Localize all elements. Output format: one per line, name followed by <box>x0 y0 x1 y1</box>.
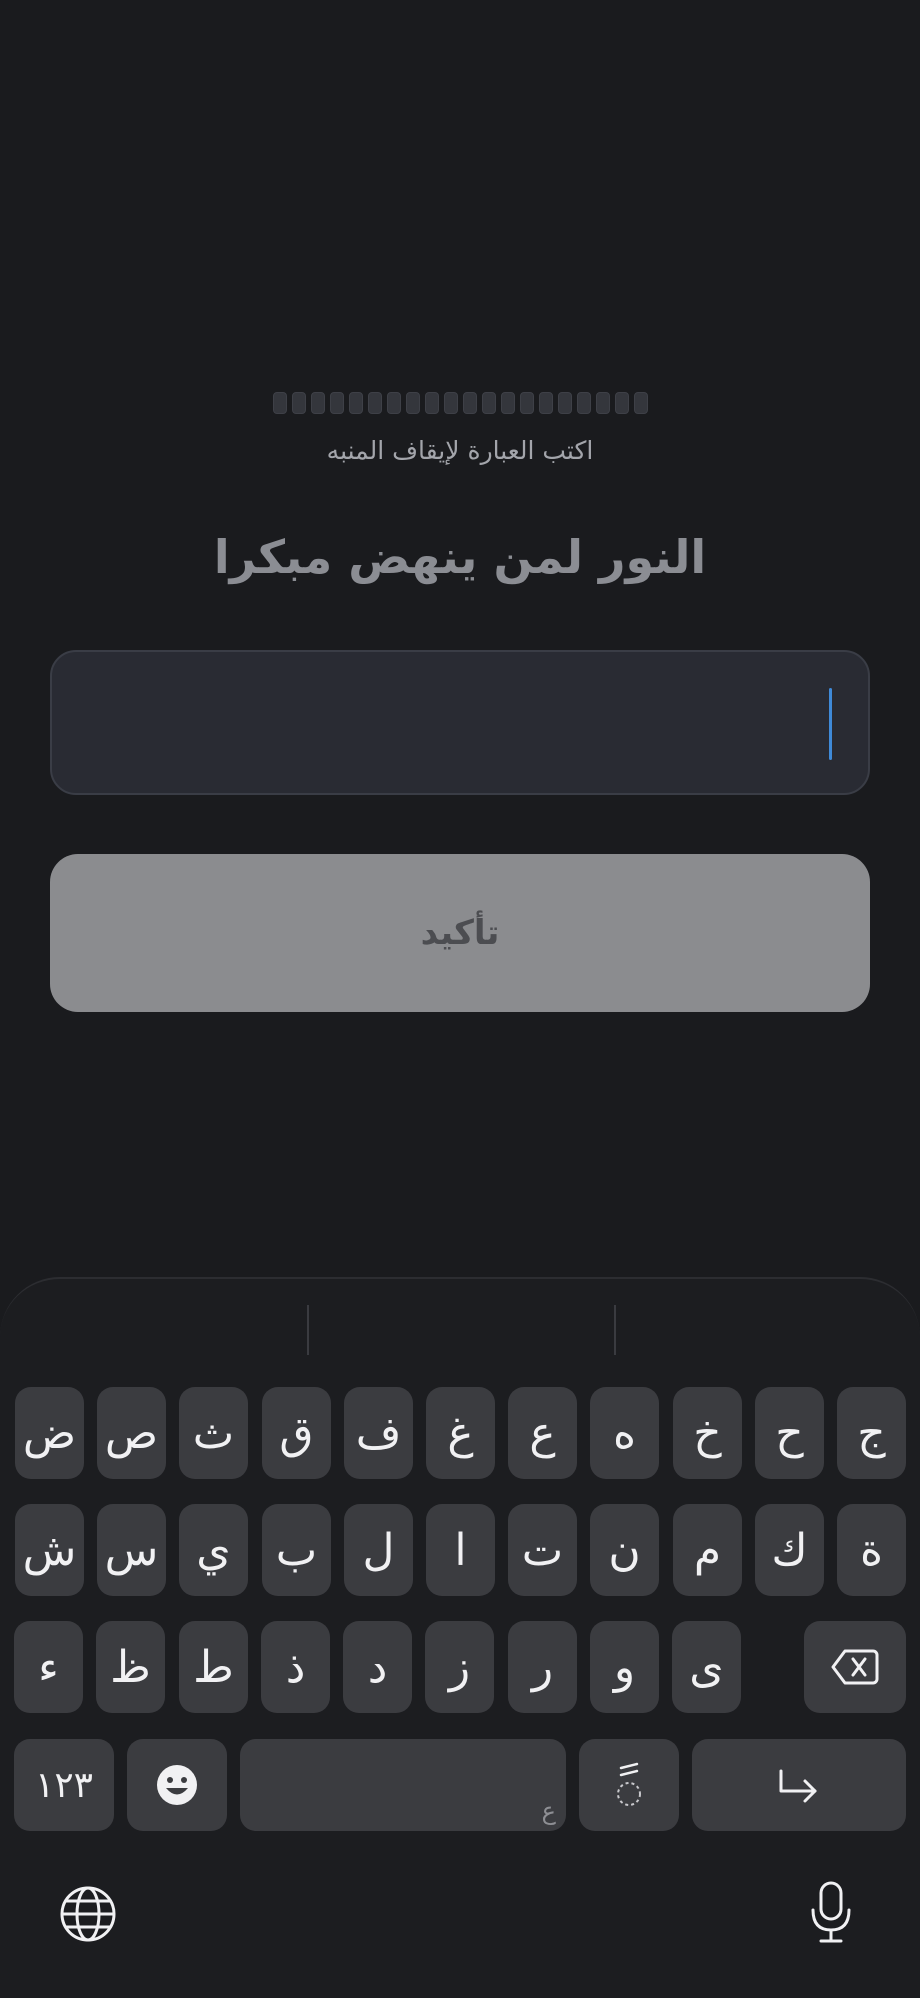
letter-key[interactable]: ث <box>179 1387 248 1479</box>
letter-key[interactable]: ف <box>344 1387 413 1479</box>
letter-key[interactable]: ج <box>837 1387 906 1479</box>
letter-key[interactable]: ك <box>755 1504 824 1596</box>
letter-key[interactable]: غ <box>426 1387 495 1479</box>
letter-key[interactable]: ر <box>508 1621 577 1713</box>
letter-key[interactable]: ء <box>14 1621 83 1713</box>
backspace-icon <box>831 1649 879 1685</box>
letter-key[interactable]: و <box>590 1621 659 1713</box>
progress-segment <box>291 392 306 414</box>
instruction-text: اكتب العبارة لإيقاف المنبه <box>326 436 594 465</box>
backspace-key[interactable] <box>804 1621 906 1713</box>
suggestion-divider <box>614 1305 616 1355</box>
progress-indicator <box>0 392 920 414</box>
letter-key[interactable]: ز <box>425 1621 494 1713</box>
progress-segment <box>633 392 648 414</box>
progress-segment <box>424 392 439 414</box>
enter-key[interactable] <box>692 1739 906 1831</box>
progress-segment <box>614 392 629 414</box>
progress-segment <box>576 392 591 414</box>
letter-key[interactable]: م <box>673 1504 742 1596</box>
keyboard: جحخهعغفقثصضةكمنتالبيسشىورزدذطظء ١٢٣ ع <box>0 1277 920 1998</box>
emoji-key[interactable] <box>127 1739 227 1831</box>
progress-segment <box>310 392 325 414</box>
progress-segment <box>272 392 287 414</box>
progress-segment <box>405 392 420 414</box>
progress-segment <box>462 392 477 414</box>
letter-key[interactable]: ا <box>426 1504 495 1596</box>
letter-key[interactable]: ط <box>179 1621 248 1713</box>
challenge-phrase: النور لمن ينهض مبكرا <box>213 530 707 584</box>
microphone-icon <box>811 1881 851 1943</box>
letter-key[interactable]: ذ <box>261 1621 330 1713</box>
diacritic-key[interactable] <box>579 1739 679 1831</box>
phrase-input[interactable] <box>50 650 870 795</box>
letter-key[interactable]: ق <box>262 1387 331 1479</box>
progress-segment <box>386 392 401 414</box>
progress-segment <box>367 392 382 414</box>
globe-icon <box>60 1886 116 1942</box>
progress-segment <box>329 392 344 414</box>
text-caret <box>829 688 832 760</box>
progress-segment <box>348 392 363 414</box>
letter-key[interactable]: ه <box>590 1387 659 1479</box>
progress-segment <box>443 392 458 414</box>
letter-key[interactable]: ح <box>755 1387 824 1479</box>
progress-segment <box>500 392 515 414</box>
space-language-hint: ع <box>541 1797 556 1825</box>
tanween-icon <box>617 1762 641 1806</box>
suggestion-divider <box>307 1305 309 1355</box>
progress-segment <box>538 392 553 414</box>
letter-key[interactable]: ض <box>15 1387 84 1479</box>
letter-key[interactable]: د <box>343 1621 412 1713</box>
letter-key[interactable]: ة <box>837 1504 906 1596</box>
letter-key[interactable]: ص <box>97 1387 166 1479</box>
letter-key[interactable]: ى <box>672 1621 741 1713</box>
letter-key[interactable]: ع <box>508 1387 577 1479</box>
letter-key[interactable]: ل <box>344 1504 413 1596</box>
emoji-icon <box>157 1765 197 1805</box>
progress-segment <box>595 392 610 414</box>
progress-segment <box>519 392 534 414</box>
progress-segment <box>557 392 572 414</box>
enter-icon <box>779 1769 817 1803</box>
microphone-button[interactable] <box>806 1877 856 1947</box>
space-key[interactable]: ع <box>240 1739 566 1831</box>
confirm-button[interactable]: تأكيد <box>50 854 870 1012</box>
alarm-dismiss-screen: اكتب العبارة لإيقاف المنبه النور لمن ينه… <box>0 0 920 1998</box>
letter-key[interactable]: ن <box>590 1504 659 1596</box>
letter-key[interactable]: ب <box>262 1504 331 1596</box>
letter-key[interactable]: ظ <box>96 1621 165 1713</box>
numbers-key[interactable]: ١٢٣ <box>14 1739 114 1831</box>
globe-button[interactable] <box>58 1884 118 1944</box>
letter-key[interactable]: ي <box>179 1504 248 1596</box>
letter-key[interactable]: ش <box>15 1504 84 1596</box>
letter-key[interactable]: خ <box>673 1387 742 1479</box>
letter-key[interactable]: س <box>97 1504 166 1596</box>
letter-key[interactable]: ت <box>508 1504 577 1596</box>
progress-segment <box>481 392 496 414</box>
